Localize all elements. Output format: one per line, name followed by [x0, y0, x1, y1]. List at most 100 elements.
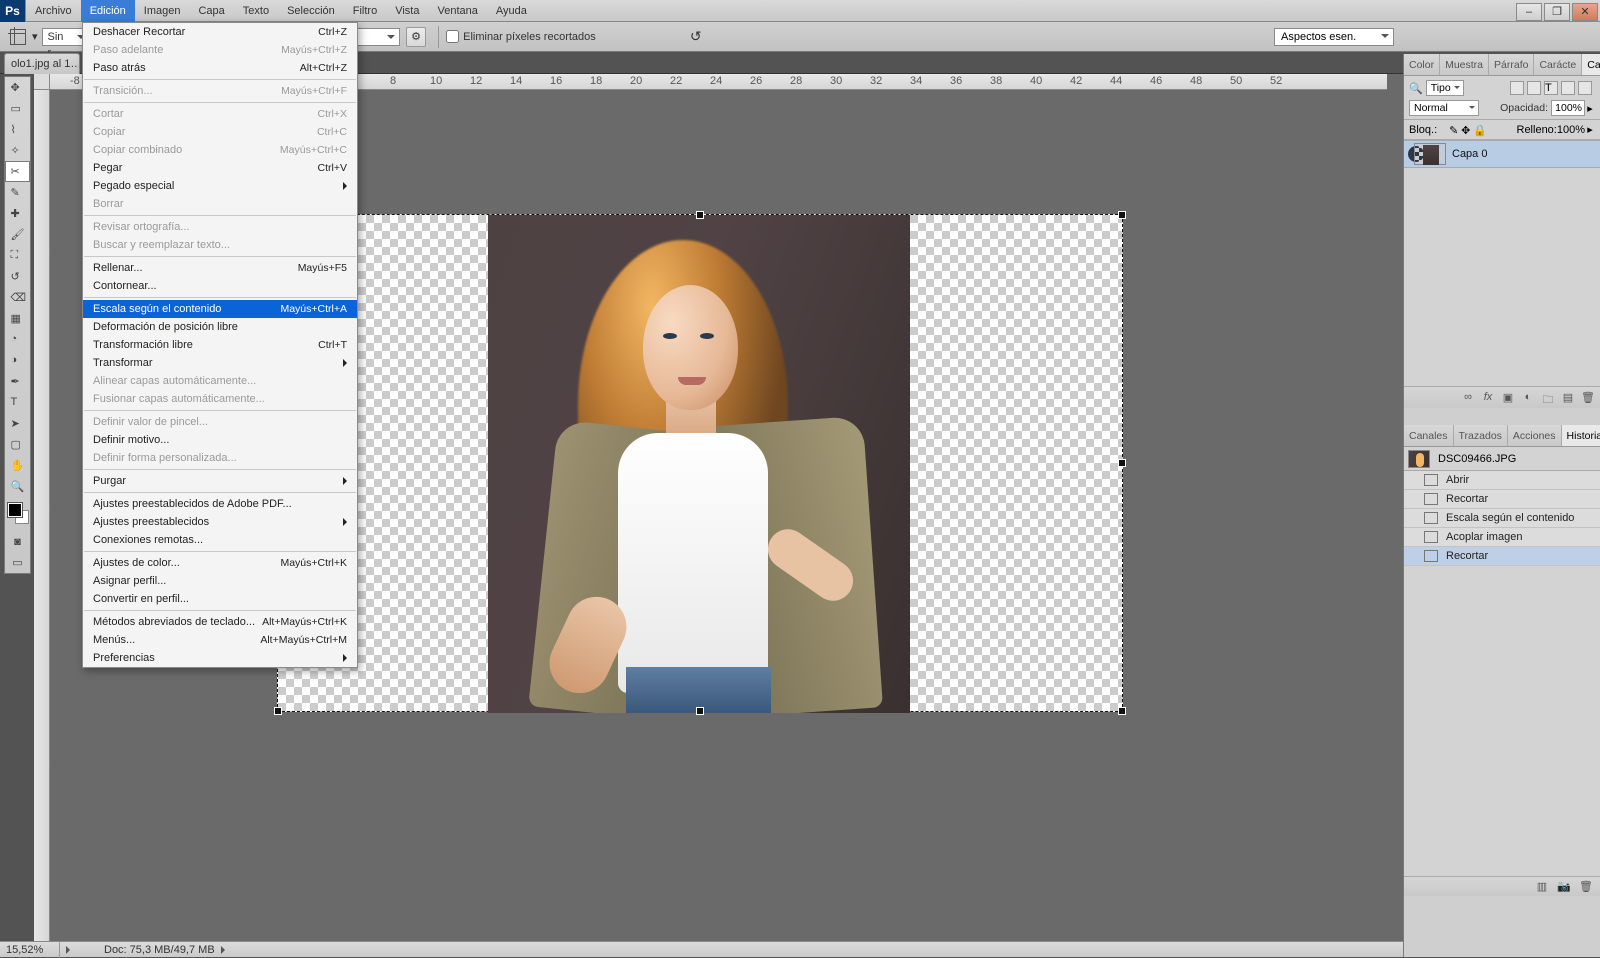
- minimize-button[interactable]: –: [1516, 3, 1542, 21]
- lasso-tool[interactable]: ⌇: [5, 119, 30, 140]
- layer-filter-dropdown[interactable]: Tipo: [1426, 80, 1464, 96]
- lock-pos-icon[interactable]: ✥: [1461, 124, 1473, 136]
- history-step[interactable]: Escala según el contenido: [1404, 509, 1600, 528]
- menu-imagen[interactable]: Imagen: [135, 0, 190, 22]
- overlay-options-button[interactable]: ⚙: [406, 27, 426, 47]
- restore-button[interactable]: ❐: [1544, 3, 1570, 21]
- link-layers-icon[interactable]: ∞: [1460, 391, 1476, 405]
- menu-item-ajustes-preestablecidos[interactable]: Ajustes preestablecidos: [83, 513, 357, 531]
- menu-ventana[interactable]: Ventana: [428, 0, 486, 22]
- dodge-tool[interactable]: ◑: [5, 350, 30, 371]
- menu-item-paso-atr-s[interactable]: Paso atrásAlt+Ctrl+Z: [83, 59, 357, 77]
- menu-item-m-todos-abreviados-de-teclado[interactable]: Métodos abreviados de teclado...Alt+Mayú…: [83, 613, 357, 631]
- eyedropper-tool[interactable]: ✎: [5, 182, 30, 203]
- panel-tab-acciones[interactable]: Acciones: [1508, 425, 1562, 446]
- menu-item-pegado-especial[interactable]: Pegado especial: [83, 177, 357, 195]
- filter-smart-icon[interactable]: [1578, 81, 1592, 95]
- workspace-dropdown[interactable]: Aspectos esen.: [1274, 28, 1394, 46]
- blend-mode-dropdown[interactable]: Normal: [1409, 100, 1479, 116]
- menu-item-definir-motivo[interactable]: Definir motivo...: [83, 431, 357, 449]
- lock-all-icon[interactable]: 🔒: [1473, 124, 1485, 136]
- menu-item-men-s[interactable]: Menús...Alt+Mayús+Ctrl+M: [83, 631, 357, 649]
- menu-item-conexiones-remotas[interactable]: Conexiones remotas...: [83, 531, 357, 549]
- delete-state-icon[interactable]: 🗑: [1578, 880, 1594, 894]
- filter-pixel-icon[interactable]: [1510, 81, 1524, 95]
- spot-heal-tool[interactable]: ✚: [5, 203, 30, 224]
- group-icon[interactable]: 🗀: [1540, 391, 1556, 405]
- crop-handle[interactable]: [696, 211, 704, 219]
- delete-cropped-checkbox[interactable]: [446, 30, 459, 43]
- new-layer-icon[interactable]: ▤: [1560, 391, 1576, 405]
- hand-tool[interactable]: ✋: [5, 455, 30, 476]
- quick-mask-button[interactable]: ◙: [5, 531, 30, 552]
- document-tab[interactable]: olo1.jpg al 1…: [4, 53, 80, 74]
- menu-item-purgar[interactable]: Purgar: [83, 472, 357, 490]
- menu-edición[interactable]: Edición: [81, 0, 135, 22]
- fill-field[interactable]: 100%: [1557, 124, 1585, 136]
- panel-tab-capas[interactable]: Capas: [1582, 54, 1600, 75]
- history-step[interactable]: Acoplar imagen: [1404, 528, 1600, 547]
- menu-item-deformaci-n-de-posici-n-libre[interactable]: Deformación de posición libre: [83, 318, 357, 336]
- delete-layer-icon[interactable]: 🗑: [1580, 391, 1596, 405]
- layer-name[interactable]: Capa 0: [1452, 148, 1487, 160]
- panel-tab-carácte[interactable]: Carácte: [1534, 54, 1582, 75]
- panel-tab-historia[interactable]: Historia: [1562, 425, 1600, 446]
- doc-info[interactable]: Doc: 75,3 MB/49,7 MB: [74, 944, 215, 956]
- new-document-from-state-icon[interactable]: ▥: [1534, 880, 1550, 894]
- adjustment-icon[interactable]: ◐: [1520, 391, 1536, 405]
- doc-info-menu-icon[interactable]: [221, 946, 229, 954]
- pen-tool[interactable]: ✒: [5, 371, 30, 392]
- opacity-field[interactable]: 100%: [1551, 100, 1585, 116]
- crop-handle[interactable]: [1118, 459, 1126, 467]
- screen-mode-button[interactable]: ▭: [5, 552, 30, 573]
- zoom-level[interactable]: 15,52%: [0, 942, 60, 958]
- history-document-row[interactable]: DSC09466.JPG: [1404, 447, 1600, 471]
- layer-row[interactable]: 👁 Capa 0: [1404, 140, 1600, 168]
- menu-item-escala-seg-n-el-contenido[interactable]: Escala según el contenidoMayús+Ctrl+A: [83, 300, 357, 318]
- panel-tab-párrafo[interactable]: Párrafo: [1489, 54, 1534, 75]
- menu-texto[interactable]: Texto: [234, 0, 278, 22]
- lock-trans-icon[interactable]: [1437, 124, 1449, 136]
- menu-item-transformar[interactable]: Transformar: [83, 354, 357, 372]
- quick-select-tool[interactable]: ✧: [5, 140, 30, 161]
- path-select-tool[interactable]: ➤: [5, 413, 30, 434]
- status-menu-icon[interactable]: [66, 946, 74, 954]
- menu-selección[interactable]: Selección: [278, 0, 344, 22]
- menu-ayuda[interactable]: Ayuda: [487, 0, 536, 22]
- menu-item-preferencias[interactable]: Preferencias: [83, 649, 357, 667]
- rectangle-tool[interactable]: ▢: [5, 434, 30, 455]
- layer-mask-icon[interactable]: ▣: [1500, 391, 1516, 405]
- history-step[interactable]: Recortar: [1404, 547, 1600, 566]
- history-brush-tool[interactable]: ↺: [5, 266, 30, 287]
- panel-tab-trazados[interactable]: Trazados: [1454, 425, 1508, 446]
- snapshot-icon[interactable]: 📷: [1556, 880, 1572, 894]
- menu-item-pegar[interactable]: PegarCtrl+V: [83, 159, 357, 177]
- stamp-tool[interactable]: ⛶: [5, 245, 30, 266]
- crop-handle[interactable]: [1118, 707, 1126, 715]
- close-button[interactable]: ✕: [1572, 3, 1598, 21]
- eraser-tool[interactable]: ⌫: [5, 287, 30, 308]
- crop-tool[interactable]: ✂: [5, 161, 30, 182]
- crop-handle[interactable]: [696, 707, 704, 715]
- filter-shape-icon[interactable]: [1561, 81, 1575, 95]
- panel-tab-color[interactable]: Color: [1404, 54, 1440, 75]
- menu-capa[interactable]: Capa: [189, 0, 233, 22]
- brush-tool[interactable]: 🖌: [5, 224, 30, 245]
- panel-tab-muestra[interactable]: Muestra: [1440, 54, 1489, 75]
- crop-handle[interactable]: [274, 707, 282, 715]
- reset-crop-button[interactable]: ↺: [686, 27, 706, 47]
- color-swatches[interactable]: [5, 501, 30, 531]
- menu-item-contornear[interactable]: Contornear...: [83, 277, 357, 295]
- menu-item-transformaci-n-libre[interactable]: Transformación libreCtrl+T: [83, 336, 357, 354]
- layer-fx-icon[interactable]: fx: [1480, 391, 1496, 405]
- type-tool[interactable]: T: [5, 392, 30, 413]
- zoom-tool[interactable]: 🔍: [5, 476, 30, 497]
- canvas[interactable]: [277, 214, 1123, 712]
- history-step[interactable]: Recortar: [1404, 490, 1600, 509]
- move-tool[interactable]: ✥: [5, 77, 30, 98]
- lock-pixels-icon[interactable]: ✎: [1449, 124, 1461, 136]
- filter-adjust-icon[interactable]: [1527, 81, 1541, 95]
- menu-item-ajustes-preestablecidos-de-adobe-pdf[interactable]: Ajustes preestablecidos de Adobe PDF...: [83, 495, 357, 513]
- blur-tool[interactable]: ◔: [5, 329, 30, 350]
- crop-handle[interactable]: [1118, 211, 1126, 219]
